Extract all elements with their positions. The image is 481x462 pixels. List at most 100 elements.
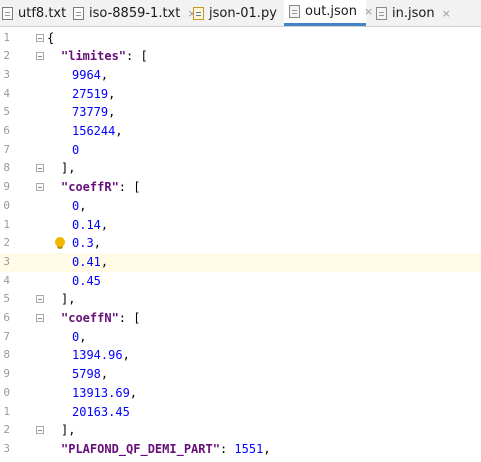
json-number: 0.45 <box>72 273 101 288</box>
code-line[interactable]: 0 13913.69, <box>0 384 481 403</box>
code-line[interactable]: 9 5798, <box>0 365 481 384</box>
code-text: { <box>47 29 54 48</box>
line-number: 6 <box>3 124 10 137</box>
text-file-icon <box>73 6 84 20</box>
line-number: 9 <box>3 180 10 194</box>
json-punctuation: , <box>100 254 109 269</box>
json-punctuation: , <box>100 367 109 382</box>
code-line[interactable]: 70 <box>0 141 481 160</box>
code-line[interactable]: 8 1394.96, <box>0 346 481 365</box>
code-line[interactable]: 3 "PLAFOND_QF_DEMI_PART": 1551, <box>0 440 481 459</box>
line-number: 5 <box>3 105 10 119</box>
code-text: 9964, <box>72 66 108 85</box>
code-line[interactable]: 2 "limites": [ <box>0 47 481 66</box>
tab-label: out.json <box>305 4 357 19</box>
code-editor[interactable]: 1{2 "limites": [3 9964, 4 27519, 5 73779, 6 1562… <box>0 27 481 462</box>
json-number: 5798 <box>72 367 101 382</box>
code-line[interactable]: 1{ <box>0 29 481 48</box>
tab-utf8-txt[interactable]: utf8.txt × <box>2 0 82 26</box>
code-text: 0.41, <box>72 253 108 272</box>
json-number: 9964 <box>72 67 101 82</box>
code-line[interactable]: 8], <box>0 159 481 178</box>
fold-marker-icon[interactable] <box>36 183 44 192</box>
code-text: 20163.45 <box>72 403 130 422</box>
code-line[interactable]: 3 9964, <box>0 66 481 85</box>
close-icon[interactable]: × <box>364 5 373 18</box>
line-number: 8 <box>3 161 10 175</box>
json-punctuation: : [ <box>126 49 148 64</box>
json-file-icon <box>376 6 387 20</box>
json-punctuation: ], <box>61 161 76 176</box>
code-line[interactable]: 2], <box>0 421 481 440</box>
code-line[interactable]: 5], <box>0 290 481 309</box>
code-line[interactable]: 9 "coeffR": [ <box>0 178 481 197</box>
close-icon[interactable]: × <box>442 7 451 20</box>
tab-label: utf8.txt <box>18 5 67 21</box>
fold-marker-icon[interactable] <box>36 164 44 173</box>
code-text: 13913.69, <box>72 384 137 403</box>
json-number: 1394.96 <box>72 348 123 363</box>
code-line[interactable]: 0 0, <box>0 197 481 216</box>
code-line[interactable]: 6 156244, <box>0 122 481 141</box>
fold-marker-icon[interactable] <box>36 33 44 42</box>
line-number: 5 <box>3 292 10 306</box>
code-text: "limites": [ <box>61 47 148 66</box>
fold-marker-icon[interactable] <box>36 426 44 435</box>
line-number: 4 <box>3 273 10 287</box>
code-line[interactable]: 2 0.3, <box>0 234 481 253</box>
code-text: ], <box>61 290 75 309</box>
tab-label: json-01.py <box>209 5 277 21</box>
editor-tab-bar: utf8.txt × iso-8859-1.txt × json-01.py ×… <box>0 0 481 27</box>
code-text: 0 <box>72 141 79 160</box>
json-punctuation: : [ <box>118 180 141 195</box>
json-number: 0.14 <box>72 217 101 232</box>
json-punctuation: , <box>108 86 116 101</box>
json-number: 27519 <box>72 86 109 101</box>
json-key: "coeffR" <box>61 180 119 195</box>
json-punctuation: , <box>93 236 101 251</box>
code-line[interactable]: 1 20163.45 <box>0 403 481 422</box>
code-line[interactable]: 4 27519, <box>0 85 481 104</box>
line-number: 0 <box>3 385 10 399</box>
json-punctuation: , <box>79 198 87 213</box>
code-text: 0.3, <box>72 234 101 253</box>
code-text: 1394.96, <box>72 346 130 365</box>
code-line[interactable]: 6 "coeffN": [ <box>0 309 481 328</box>
code-text: 73779, <box>72 103 115 122</box>
tab-iso-8859-1-txt[interactable]: iso-8859-1.txt × <box>73 0 197 26</box>
fold-marker-icon[interactable] <box>36 295 44 304</box>
line-number: 8 <box>3 348 10 362</box>
code-line[interactable]: 4 0.45 <box>0 272 481 291</box>
json-punctuation: , <box>115 124 123 138</box>
json-number: 0 <box>72 142 80 157</box>
code-text: 0.14, <box>72 216 108 235</box>
json-file-icon <box>289 5 300 18</box>
code-text: 0, <box>72 328 86 347</box>
line-number: 3 <box>3 441 10 455</box>
code-line[interactable]: 5 73779, <box>0 103 481 122</box>
line-number: 7 <box>3 329 10 343</box>
code-text: 27519, <box>72 85 115 104</box>
fold-marker-icon[interactable] <box>36 314 44 322</box>
json-number: 0.3 <box>72 236 94 251</box>
line-number: 0 <box>3 198 10 212</box>
code-line[interactable]: 3 0.41, <box>0 252 481 272</box>
text-file-icon <box>2 6 13 20</box>
json-punctuation: , <box>129 385 138 400</box>
lightbulb-icon[interactable] <box>55 237 65 248</box>
fold-marker-icon[interactable] <box>36 52 44 61</box>
line-number: 7 <box>3 142 10 156</box>
code-text: ], <box>61 159 75 178</box>
json-number: 1551 <box>234 441 264 456</box>
line-number: 2 <box>3 49 10 63</box>
json-key: "limites" <box>61 49 127 64</box>
code-text: 156244, <box>72 122 123 141</box>
code-line[interactable]: 7 0, <box>0 328 481 347</box>
tab-in-json[interactable]: in.json × <box>373 0 451 26</box>
python-file-icon <box>193 6 204 20</box>
line-number: 1 <box>3 217 10 231</box>
tab-json-01-py[interactable]: json-01.py × <box>193 0 293 26</box>
json-punctuation: ], <box>61 423 76 438</box>
tab-out-json[interactable]: out.json × <box>284 0 373 26</box>
code-line[interactable]: 1 0.14, <box>0 216 481 235</box>
